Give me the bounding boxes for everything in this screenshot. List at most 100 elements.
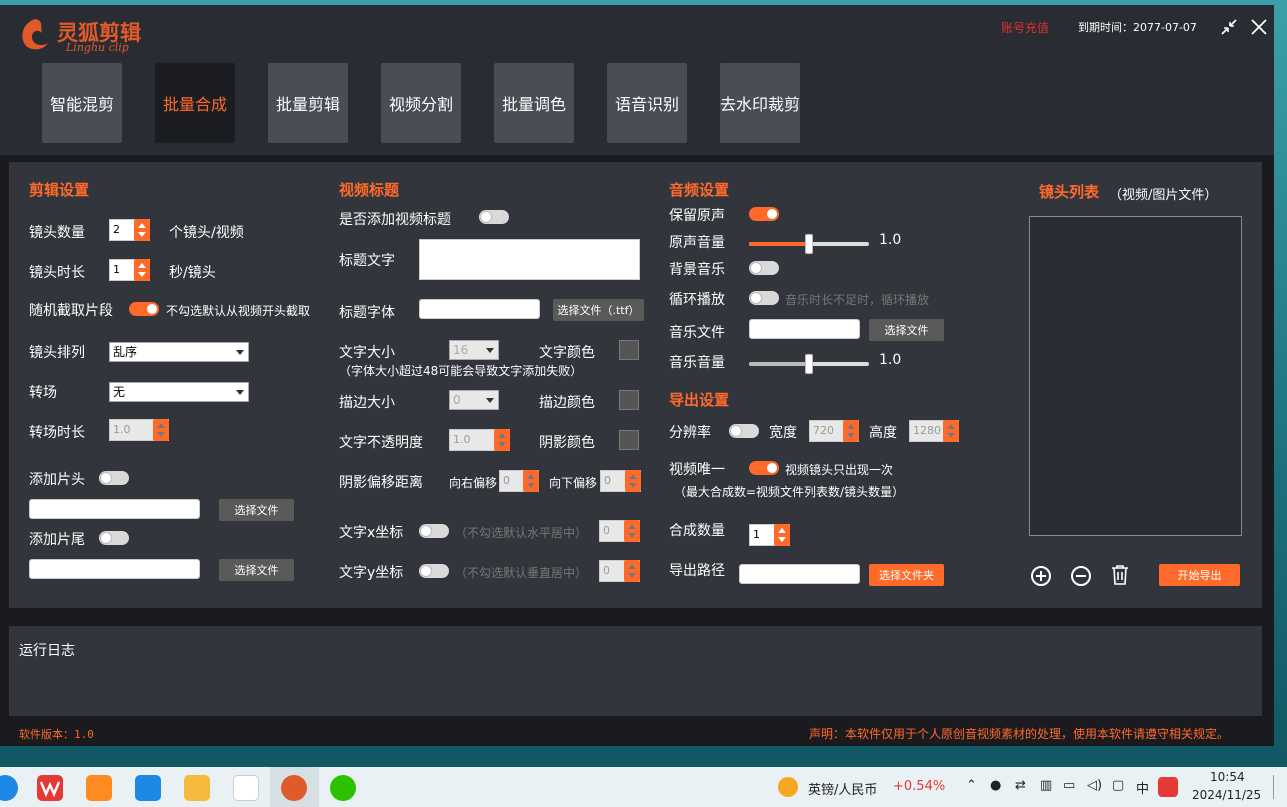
- orig-volume-slider[interactable]: [749, 234, 869, 254]
- transition-select[interactable]: 无: [109, 382, 249, 402]
- stepper-arrows-icon[interactable]: [624, 560, 640, 582]
- recharge-link[interactable]: 账号充值: [1001, 19, 1049, 36]
- text-y-toggle[interactable]: [419, 564, 449, 578]
- height-stepper[interactable]: 1280: [909, 420, 959, 442]
- ime-indicator[interactable]: 中: [1136, 778, 1149, 797]
- sogou-icon[interactable]: [1158, 777, 1178, 797]
- shot-order-select[interactable]: 乱序: [109, 342, 249, 362]
- wps-icon[interactable]: [37, 775, 63, 801]
- outro-toggle[interactable]: [99, 531, 129, 545]
- tab-smart-mix[interactable]: 智能混剪: [42, 63, 122, 143]
- start-export-button[interactable]: 开始导出: [1159, 564, 1240, 586]
- shot-list-box[interactable]: [1029, 216, 1242, 536]
- stepper-arrows-icon[interactable]: [624, 520, 640, 542]
- stepper-arrows-icon[interactable]: [774, 524, 790, 546]
- stroke-color-swatch[interactable]: [619, 390, 639, 410]
- tray-display-icon[interactable]: ▢: [1112, 778, 1124, 793]
- title-text-input[interactable]: [419, 239, 640, 280]
- text-color-label: 文字颜色: [539, 345, 595, 361]
- shadow-color-swatch[interactable]: [619, 430, 639, 450]
- stepper-arrows-icon[interactable]: [134, 259, 150, 281]
- notification-icon[interactable]: [1273, 775, 1287, 799]
- intro-toggle[interactable]: [99, 471, 129, 485]
- offset-right-stepper[interactable]: 0: [499, 470, 539, 492]
- orange-app-icon[interactable]: [86, 775, 112, 801]
- bgm-toggle[interactable]: [749, 261, 779, 275]
- text-x-toggle[interactable]: [419, 524, 449, 538]
- text-color-swatch[interactable]: [619, 340, 639, 360]
- height-label: 高度: [869, 425, 897, 441]
- add-title-toggle[interactable]: [479, 210, 509, 224]
- text-y-stepper[interactable]: 0: [599, 560, 640, 582]
- stepper-arrows-icon[interactable]: [943, 420, 959, 442]
- music-choose-file-button[interactable]: 选择文件: [869, 319, 944, 341]
- browser-icon[interactable]: [0, 775, 18, 801]
- tray-arrows-icon[interactable]: ⇄: [1015, 778, 1026, 793]
- music-volume-slider[interactable]: [749, 354, 869, 374]
- loop-toggle[interactable]: [749, 291, 779, 305]
- tray-signal-icon[interactable]: ▥: [1040, 778, 1052, 793]
- wechat-icon[interactable]: [330, 775, 356, 801]
- tab-watermark-crop[interactable]: 去水印裁剪: [720, 63, 800, 143]
- stepper-arrows-icon[interactable]: [134, 219, 150, 241]
- stepper-arrows-icon[interactable]: [523, 470, 539, 492]
- tab-batch-edit[interactable]: 批量剪辑: [268, 63, 348, 143]
- stepper-arrows-icon[interactable]: [153, 419, 169, 441]
- text-x-stepper[interactable]: 0: [599, 520, 640, 542]
- trash-icon[interactable]: [1110, 564, 1130, 586]
- transition-duration-stepper[interactable]: 1.0: [109, 419, 169, 441]
- resolution-toggle[interactable]: [729, 424, 759, 438]
- outro-choose-file-button[interactable]: 选择文件: [219, 559, 294, 581]
- feishu-icon[interactable]: [135, 775, 161, 801]
- text-opacity-stepper[interactable]: 1.0: [449, 429, 510, 451]
- intro-file-input[interactable]: [29, 499, 200, 519]
- music-volume-knob[interactable]: [805, 354, 813, 374]
- notice-text: 声明：本软件仅用于个人原创音视频素材的处理，使用本软件请遵守相关规定。: [809, 727, 1230, 741]
- music-file-input[interactable]: [749, 319, 860, 339]
- stepper-arrows-icon[interactable]: [625, 470, 641, 492]
- outro-file-input[interactable]: [29, 559, 200, 579]
- notes-app-icon[interactable]: [233, 775, 259, 801]
- folder-icon[interactable]: [184, 775, 210, 801]
- unique-toggle[interactable]: [749, 461, 779, 475]
- loop-hint: 音乐时长不足时，循环播放: [785, 293, 930, 307]
- tab-batch-color[interactable]: 批量调色: [494, 63, 574, 143]
- shot-count-stepper[interactable]: 2: [109, 219, 150, 241]
- keep-audio-toggle[interactable]: [749, 207, 779, 221]
- stock-name[interactable]: 英镑/人民币: [808, 779, 877, 798]
- linghu-app-icon[interactable]: [281, 775, 307, 801]
- choose-folder-button[interactable]: 选择文件夹: [869, 564, 944, 586]
- width-stepper[interactable]: 720: [809, 420, 859, 442]
- clock-date[interactable]: 2024/11/25: [1192, 788, 1261, 802]
- stroke-size-select[interactable]: 0: [449, 390, 499, 410]
- tab-batch-compose[interactable]: 批量合成: [155, 63, 235, 143]
- text-y-hint: （不勾选默认垂直居中）: [455, 566, 588, 580]
- offset-down-stepper[interactable]: 0: [600, 470, 641, 492]
- collapse-icon[interactable]: [1219, 17, 1239, 37]
- taskbar: 英镑/人民币 +0.54% ⌃ ● ⇄ ▥ ▭ ◁) ▢ 中 10:54 202…: [0, 767, 1287, 807]
- orig-volume-knob[interactable]: [805, 234, 813, 254]
- export-path-input[interactable]: [739, 564, 860, 584]
- close-icon[interactable]: [1249, 17, 1269, 37]
- title-font-input[interactable]: [419, 299, 540, 319]
- tray-battery-icon[interactable]: ▭: [1063, 778, 1075, 793]
- tray-chevron-up-icon[interactable]: ⌃: [966, 778, 977, 793]
- tab-speech-recognition[interactable]: 语音识别: [607, 63, 687, 143]
- stepper-arrows-icon[interactable]: [843, 420, 859, 442]
- music-volume-fill: [749, 362, 809, 366]
- tray-wechat-icon[interactable]: ●: [990, 778, 1001, 793]
- clock-time[interactable]: 10:54: [1210, 770, 1245, 784]
- text-size-select[interactable]: 16: [449, 340, 499, 360]
- remove-icon[interactable]: [1071, 566, 1091, 586]
- font-choose-file-button[interactable]: 选择文件（.ttf）: [553, 299, 644, 321]
- width-label: 宽度: [769, 425, 797, 441]
- stepper-arrows-icon[interactable]: [494, 429, 510, 451]
- shot-duration-stepper[interactable]: 1: [109, 259, 150, 281]
- tray-volume-icon[interactable]: ◁): [1087, 778, 1102, 793]
- random-clip-toggle[interactable]: [129, 302, 159, 316]
- compose-count-stepper[interactable]: 1: [749, 524, 790, 546]
- tab-video-split[interactable]: 视频分割: [381, 63, 461, 143]
- intro-choose-file-button[interactable]: 选择文件: [219, 499, 294, 521]
- shot-list-title: 镜头列表: [1039, 183, 1100, 201]
- add-icon[interactable]: [1031, 566, 1051, 586]
